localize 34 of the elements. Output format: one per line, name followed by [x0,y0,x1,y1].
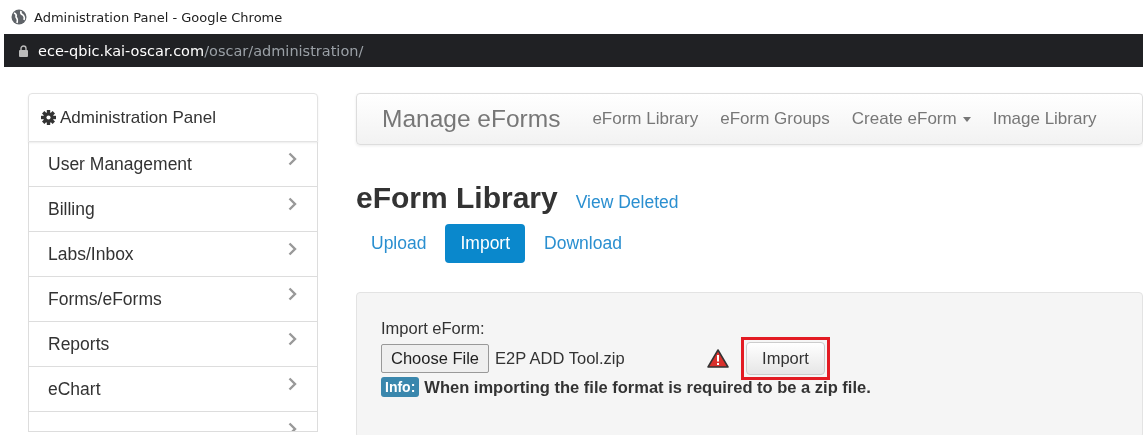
import-button[interactable]: Import [746,341,825,375]
window-title: Administration Panel - Google Chrome [34,9,283,25]
chevron-icon [288,332,297,346]
sidebar-item[interactable]: Forms/eForms [28,277,318,322]
tab[interactable]: Upload [356,224,442,263]
sidebar-item[interactable]: eChart [28,367,318,412]
chevron-icon [288,152,297,166]
chevron-icon [288,197,297,211]
gear-icon [41,110,56,125]
nav-link[interactable]: Image Library [992,109,1097,129]
view-deleted-link[interactable]: View Deleted [575,192,679,213]
chevron-icon [288,242,297,256]
lock-icon [19,44,28,57]
info-badge: Info: [381,377,420,397]
nav-link[interactable]: eForm Groups [720,109,830,129]
navbar-brand[interactable]: Manage eForms [382,105,561,133]
sidebar-item[interactable]: Reports [28,322,318,367]
tab[interactable]: Download [529,224,637,263]
form-label: Import eForm: [381,319,486,338]
file-name: E2P ADD Tool.zip [495,348,626,368]
chevron-icon [288,287,297,301]
nav-link[interactable]: eForm Library [592,109,699,129]
url-field[interactable]: ece-qbic.kai-oscar.com/oscar/administration/ [38,42,364,59]
page-heading: eForm Library [356,181,558,215]
tab[interactable]: Import [445,224,526,263]
sidebar-item[interactable]: User Management [28,142,318,187]
sidebar-item[interactable]: Labs/Inbox [28,232,318,277]
chevron-icon [288,377,297,391]
info-text: When importing the file format is required to be a zip file. [424,377,871,397]
globe-icon [11,9,27,25]
choose-file-button[interactable]: Choose File [381,343,490,373]
panel-title: Administration Panel [60,107,216,128]
nav-link[interactable]: Create eForm [851,109,971,129]
sidebar-item[interactable]: Billing [28,187,318,232]
